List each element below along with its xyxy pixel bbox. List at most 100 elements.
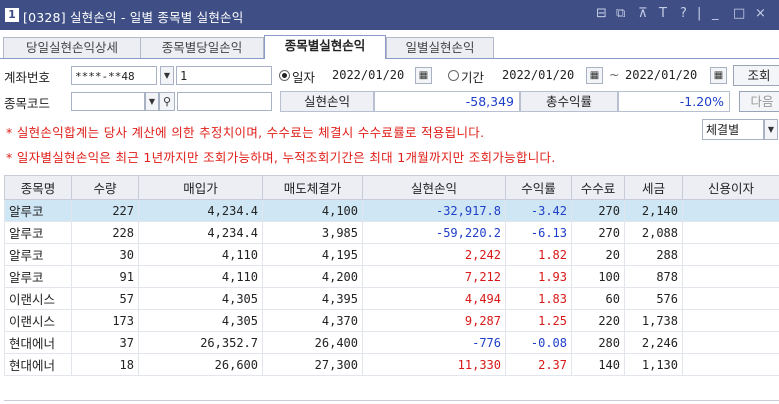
cell-qty: 18 [71, 353, 139, 376]
col-header-name[interactable]: 종목명 [4, 175, 72, 200]
notice-line-1: * 실현손익합계는 당사 계산에 의한 추정치이며, 수수료는 체결시 수수료률… [6, 125, 485, 140]
cell-fee: 100 [571, 265, 625, 288]
cell-pnl: -776 [362, 331, 506, 354]
col-header-pnl[interactable]: 실현손익 [362, 175, 506, 200]
stock-row: 종목코드 ▼ ⚲ 실현손익 -58,349 총수익률 -1.20% 다음 [0, 90, 779, 114]
range-to-field[interactable]: 2022/01/20 [622, 66, 706, 85]
table-bottom-border [4, 400, 779, 401]
tab-stock-realized[interactable]: 종목별실현손익 [264, 35, 386, 59]
next-button[interactable]: 다음 [739, 91, 779, 112]
cell-credit [682, 199, 779, 222]
table-row[interactable]: 이랜시스 57 4,305 4,395 4,494 1.83 60 576 [4, 287, 779, 310]
cell-pnl: 4,494 [362, 287, 506, 310]
cell-qty: 30 [71, 243, 139, 266]
cell-qty: 227 [71, 199, 139, 222]
cell-fee: 140 [571, 353, 625, 376]
range-radio[interactable] [448, 70, 459, 81]
screen-link-icon[interactable]: ⊟ [596, 6, 607, 21]
table-row[interactable]: 알루코 227 4,234.4 4,100 -32,917.8 -3.42 270 2,140 [4, 199, 779, 222]
col-header-credit-interest[interactable]: 신용이자 [682, 175, 779, 200]
col-header-buy-price[interactable]: 매입가 [138, 175, 263, 200]
tab-daily-detail[interactable]: 당일실현손익상세 [3, 37, 141, 58]
execution-filter-select[interactable]: 체결별 [702, 119, 764, 140]
account-sub-field[interactable]: 1 [176, 66, 272, 85]
col-header-sell-price[interactable]: 매도체결가 [262, 175, 363, 200]
cell-qty: 91 [71, 265, 139, 288]
cell-credit [682, 287, 779, 310]
cell-rate: 1.93 [505, 265, 572, 288]
cell-pnl: 11,330 [362, 353, 506, 376]
inquiry-button[interactable]: 조회 [733, 65, 779, 86]
filter-dropdown-icon[interactable]: ▼ [764, 119, 778, 140]
cell-sell: 26,400 [262, 331, 363, 354]
table-row[interactable]: 알루코 228 4,234.4 3,985 -59,220.2 -6.13 270 2,088 [4, 221, 779, 244]
stock-code-dropdown-button[interactable]: ▼ [145, 92, 159, 111]
cell-name: 현대에너 [4, 331, 72, 354]
tab-daily-realized[interactable]: 일별실현손익 [386, 37, 494, 58]
cell-rate: 2.37 [505, 353, 572, 376]
cell-buy: 26,600 [138, 353, 263, 376]
cell-sell: 4,200 [262, 265, 363, 288]
title-separator: | [697, 6, 702, 21]
col-header-fee[interactable]: 수수료 [571, 175, 625, 200]
table-header-row: 종목명 수량 매입가 매도체결가 실현손익 수익률 수수료 세금 신용이자 [4, 175, 779, 200]
date-field[interactable]: 2022/01/20 [329, 66, 411, 85]
cell-fee: 60 [571, 287, 625, 310]
cell-credit [682, 331, 779, 354]
col-header-return[interactable]: 수익률 [505, 175, 572, 200]
col-header-qty[interactable]: 수량 [71, 175, 139, 200]
cell-pnl: 9,287 [362, 309, 506, 332]
tab-stock-daily[interactable]: 종목별당일손익 [140, 37, 264, 58]
date-radio[interactable] [279, 70, 290, 81]
return-value: -1.20% [618, 91, 730, 112]
window-number-badge: 1 [5, 8, 19, 22]
cell-tax: 878 [624, 265, 683, 288]
table-row[interactable]: 이랜시스 173 4,305 4,370 9,287 1.25 220 1,738 [4, 309, 779, 332]
pnl-value: -58,349 [374, 91, 520, 112]
cell-qty: 228 [71, 221, 139, 244]
maximize-icon[interactable]: □ [733, 6, 745, 21]
cell-sell: 4,100 [262, 199, 363, 222]
cell-sell: 4,395 [262, 287, 363, 310]
cell-rate: 1.83 [505, 287, 572, 310]
cell-credit [682, 353, 779, 376]
cell-fee: 20 [571, 243, 625, 266]
range-from-calendar-icon[interactable]: ▦ [586, 67, 603, 84]
notice-line-2: * 일자별실현손익은 최근 1년까지만 조회가능하며, 누적조회기간은 최대 1… [6, 150, 556, 165]
cell-name: 알루코 [4, 199, 72, 222]
cell-pnl: -59,220.2 [362, 221, 506, 244]
table-row[interactable]: 현대에너 37 26,352.7 26,400 -776 -0.08 280 2,246 [4, 331, 779, 354]
cell-name: 이랜시스 [4, 309, 72, 332]
stock-code-field[interactable] [71, 92, 145, 111]
pin-icon[interactable]: ⊼ [638, 6, 648, 21]
duplicate-window-icon[interactable]: ⧉ [616, 6, 625, 21]
account-number-field[interactable]: ****-**48 [71, 66, 157, 85]
cell-name: 이랜시스 [4, 287, 72, 310]
cell-rate: -6.13 [505, 221, 572, 244]
cell-name: 알루코 [4, 265, 72, 288]
cell-sell: 3,985 [262, 221, 363, 244]
table-row[interactable]: 알루코 91 4,110 4,200 7,212 1.93 100 878 [4, 265, 779, 288]
close-icon[interactable]: × [755, 6, 766, 21]
range-from-field[interactable]: 2022/01/20 [499, 66, 583, 85]
date-calendar-icon[interactable]: ▦ [415, 67, 432, 84]
range-to-calendar-icon[interactable]: ▦ [710, 67, 727, 84]
stock-search-icon[interactable]: ⚲ [159, 92, 175, 111]
date-radio-label: 일자 [292, 70, 316, 85]
realized-pnl-table: 종목명 수량 매입가 매도체결가 실현손익 수익률 수수료 세금 신용이자 알루… [4, 175, 779, 376]
col-header-tax[interactable]: 세금 [624, 175, 683, 200]
range-radio-label: 기간 [461, 70, 485, 85]
table-row[interactable]: 알루코 30 4,110 4,195 2,242 1.82 20 288 [4, 243, 779, 266]
cell-rate: 1.25 [505, 309, 572, 332]
cell-tax: 288 [624, 243, 683, 266]
help-icon[interactable]: ? [680, 6, 687, 21]
stock-name-field[interactable] [177, 92, 272, 111]
font-size-icon[interactable]: T [659, 6, 667, 21]
account-row: 계좌번호 ****-**48 ▼ 1 일자 2022/01/20 ▦ 기간 20… [0, 64, 779, 88]
minimize-icon[interactable]: _ [712, 6, 719, 21]
cell-credit [682, 309, 779, 332]
account-dropdown-button[interactable]: ▼ [160, 66, 174, 85]
cell-buy: 4,110 [138, 243, 263, 266]
table-row[interactable]: 현대에너 18 26,600 27,300 11,330 2.37 140 1,130 [4, 353, 779, 376]
stock-code-label: 종목코드 [4, 96, 51, 111]
